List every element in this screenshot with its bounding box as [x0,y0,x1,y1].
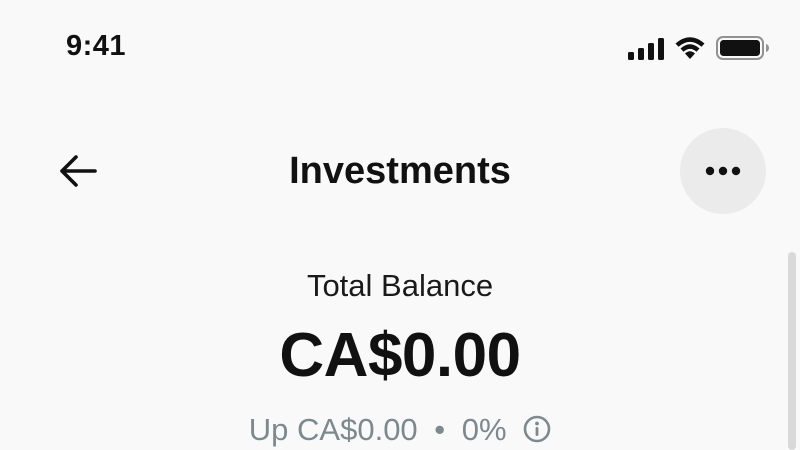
status-time: 9:41 [66,30,127,62]
total-balance-value: CA$0.00 [279,321,521,390]
balance-change-row: Up CA$0.00 • 0% [0,412,800,448]
scrollbar[interactable] [788,252,796,450]
ellipsis-icon [705,166,741,176]
investments-screen: 9:41 Investments Total Balance CA$0.00 U… [0,0,800,450]
change-separator: • [434,412,446,447]
change-prefix: Up [248,412,289,447]
change-percent: 0% [461,412,507,447]
total-balance-label: Total Balance [306,268,494,303]
cellular-signal-icon [628,38,664,60]
more-options-button[interactable] [680,128,766,214]
wifi-icon [675,37,705,59]
info-circle-icon[interactable] [523,415,551,443]
change-amount: CA$0.00 [297,412,418,447]
battery-icon [716,36,769,60]
status-icons [628,36,770,62]
